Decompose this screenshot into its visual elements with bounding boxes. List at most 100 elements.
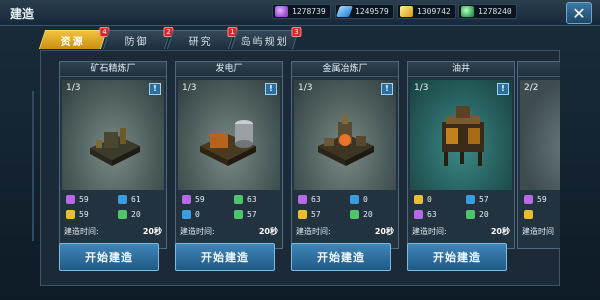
cost-value: 20 bbox=[131, 210, 141, 219]
cost-crystal: 59 bbox=[66, 193, 116, 206]
purple-crystal-icon bbox=[66, 195, 75, 204]
info-button[interactable]: ! bbox=[381, 83, 393, 95]
resource-energy: 1309742 bbox=[397, 4, 456, 19]
build-time-value: 20秒 bbox=[490, 227, 510, 236]
green-gem-icon bbox=[118, 210, 127, 219]
building-card-ore-refinery[interactable]: 矿石精炼厂 1/3 ! 59 61 59 20 建造时间: 20秒 bbox=[59, 61, 167, 249]
cost-energy: 0 bbox=[414, 193, 464, 206]
building-image: 1/3 ! bbox=[294, 80, 396, 190]
build-time: 建造时间: 20秒 bbox=[64, 226, 164, 237]
close-icon: ✕ bbox=[572, 3, 586, 23]
green-gem-icon bbox=[234, 210, 243, 219]
resource-gem: 1278240 bbox=[458, 4, 517, 19]
cost-list: 59 61 59 20 bbox=[62, 193, 164, 223]
build-time-label: 建造时间: bbox=[64, 227, 99, 236]
building-image: 1/3 ! bbox=[62, 80, 164, 190]
cost-crystal: 63 bbox=[298, 193, 348, 206]
cost-value: 57 bbox=[247, 210, 257, 219]
build-window: 建造 1278739 1249579 1309742 1278240 ✕ 资源 … bbox=[0, 0, 600, 300]
building-name bbox=[518, 62, 560, 77]
cost-value: 63 bbox=[311, 195, 321, 204]
cost-crystal: 59 bbox=[182, 193, 232, 206]
tab-research[interactable]: 研究 1 bbox=[166, 27, 238, 49]
gold-energy-icon bbox=[298, 210, 307, 219]
build-time-value: 20秒 bbox=[374, 227, 394, 236]
building-card-partial[interactable]: 2/2 59 建造时间 bbox=[517, 61, 560, 249]
cost-value: 0 bbox=[363, 195, 368, 204]
blue-fuel-icon bbox=[335, 6, 354, 17]
cost-gem: 20 bbox=[466, 208, 516, 221]
cost-crystal: 63 bbox=[414, 208, 464, 221]
building-level: 2/2 bbox=[524, 83, 539, 93]
info-button[interactable]: ! bbox=[149, 83, 161, 95]
cost-value: 59 bbox=[195, 195, 205, 204]
building-image: 1/3 ! bbox=[410, 80, 512, 190]
purple-crystal-icon bbox=[414, 210, 423, 219]
cost-value: 63 bbox=[427, 210, 437, 219]
cost-list: 59 63 0 57 bbox=[178, 193, 280, 223]
tab-label: 研究 bbox=[188, 36, 213, 48]
resource-fuel: 1249579 bbox=[335, 4, 394, 19]
build-time-label: 建造时间: bbox=[296, 227, 331, 236]
resource-value: 1278739 bbox=[292, 7, 326, 16]
start-build-button[interactable]: 开始建造 bbox=[175, 243, 275, 271]
cost-list: 0 57 63 20 bbox=[410, 193, 512, 223]
build-time-label: 建造时间 bbox=[522, 227, 554, 236]
cost-energy: 59 bbox=[66, 208, 116, 221]
gold-energy-icon bbox=[400, 6, 413, 17]
building-level: 1/3 bbox=[66, 83, 81, 93]
green-gem-icon bbox=[350, 210, 359, 219]
green-gem-icon bbox=[234, 195, 243, 204]
building-level: 1/3 bbox=[182, 83, 197, 93]
cost-value: 59 bbox=[537, 195, 547, 204]
resource-value: 1309742 bbox=[417, 7, 451, 16]
building-list-panel[interactable]: 矿石精炼厂 1/3 ! 59 61 59 20 建造时间: 20秒 开始建造 发… bbox=[32, 50, 560, 286]
cost-value: 20 bbox=[479, 210, 489, 219]
building-card-power-plant[interactable]: 发电厂 1/3 ! 59 63 0 57 建造时间: 20秒 bbox=[175, 61, 283, 249]
purple-crystal-icon bbox=[298, 195, 307, 204]
cost-crystal: 59 bbox=[524, 193, 560, 206]
purple-crystal-icon bbox=[182, 195, 191, 204]
cost-value: 61 bbox=[131, 195, 141, 204]
resource-value: 1249579 bbox=[355, 7, 389, 16]
info-button[interactable]: ! bbox=[497, 83, 509, 95]
green-gem-icon bbox=[461, 6, 474, 17]
purple-crystal-icon bbox=[275, 6, 288, 17]
cost-value: 20 bbox=[363, 210, 373, 219]
building-name: 矿石精炼厂 bbox=[60, 62, 166, 77]
card-clip: 2/2 59 建造时间 bbox=[517, 61, 560, 249]
info-button[interactable]: ! bbox=[265, 83, 277, 95]
gold-energy-icon bbox=[524, 210, 533, 219]
building-card-oil-well[interactable]: 油井 1/3 ! 0 57 63 20 建造时间: 20秒 bbox=[407, 61, 515, 249]
start-build-button[interactable]: 开始建造 bbox=[291, 243, 391, 271]
building-level: 1/3 bbox=[298, 83, 313, 93]
smelter-building-icon bbox=[312, 108, 382, 170]
gold-energy-icon bbox=[414, 195, 423, 204]
close-button[interactable]: ✕ bbox=[566, 2, 592, 24]
tab-defense[interactable]: 防御 2 bbox=[102, 27, 174, 49]
building-image: 1/3 ! bbox=[178, 80, 280, 190]
build-time-value: 20秒 bbox=[258, 227, 278, 236]
cost-energy bbox=[524, 208, 560, 221]
cost-value: 0 bbox=[427, 195, 432, 204]
cost-value: 63 bbox=[247, 195, 257, 204]
cost-fuel: 0 bbox=[182, 208, 232, 221]
build-time: 建造时间: 20秒 bbox=[180, 226, 280, 237]
cost-list: 59 bbox=[520, 193, 560, 223]
blue-fuel-icon bbox=[350, 195, 359, 204]
cost-value: 59 bbox=[79, 210, 89, 219]
cost-gem-2: 57 bbox=[234, 208, 284, 221]
tab-resources[interactable]: 资源 4 bbox=[38, 27, 110, 49]
window-title: 建造 bbox=[10, 7, 35, 21]
cost-fuel: 57 bbox=[466, 193, 516, 206]
tab-label: 岛屿规划 bbox=[240, 36, 289, 48]
building-card-metal-smelter[interactable]: 金属冶炼厂 1/3 ! 63 0 57 20 建造时间: 20秒 bbox=[291, 61, 399, 249]
build-time-label: 建造时间: bbox=[180, 227, 215, 236]
build-time: 建造时间 bbox=[522, 226, 560, 237]
oil-well-building-icon bbox=[432, 102, 494, 172]
start-build-button[interactable]: 开始建造 bbox=[59, 243, 159, 271]
start-build-button[interactable]: 开始建造 bbox=[407, 243, 507, 271]
power-plant-building-icon bbox=[194, 106, 264, 170]
cost-energy: 57 bbox=[298, 208, 348, 221]
tab-island-planning[interactable]: 岛屿规划 3 bbox=[230, 27, 302, 49]
